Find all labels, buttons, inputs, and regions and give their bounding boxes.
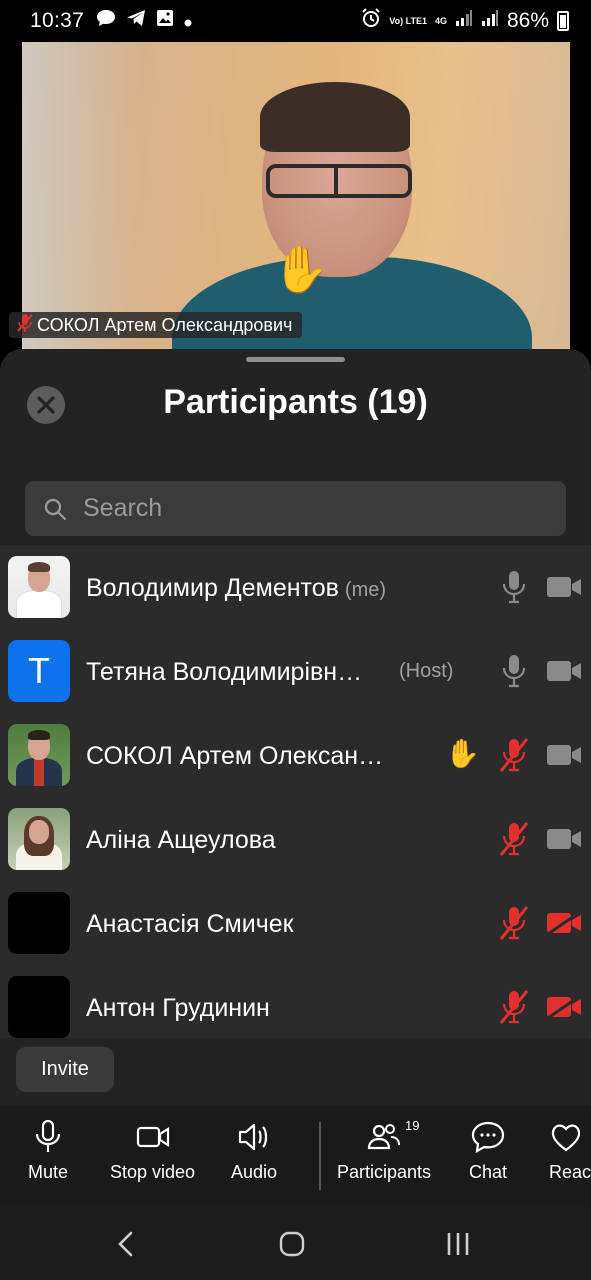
reactions-button[interactable]: Reac	[549, 1120, 591, 1183]
avatar	[8, 808, 70, 870]
4g-icon: 4G	[434, 15, 447, 26]
participant-name: Антон Грудинин	[86, 994, 270, 1022]
avatar	[8, 556, 70, 618]
audio-button[interactable]: Audio	[231, 1120, 277, 1183]
battery-icon	[557, 11, 569, 31]
chat-bubble-icon	[96, 9, 116, 33]
avatar	[8, 976, 70, 1038]
signal-icon	[455, 9, 473, 33]
video-camera-icon[interactable]	[546, 827, 582, 851]
raised-hand-icon: ✋	[272, 243, 330, 295]
participant-row[interactable]: Антон Грудинин	[0, 965, 591, 1038]
heart-icon	[551, 1124, 581, 1152]
video-camera-icon[interactable]	[546, 743, 582, 767]
participants-button[interactable]: 19 Participants	[337, 1118, 431, 1183]
sheet-title: Participants (19)	[163, 383, 428, 421]
avatar: T	[8, 640, 70, 702]
system-nav-bar	[0, 1206, 591, 1280]
participant-name: Аліна Ащеулова	[86, 826, 276, 854]
video-camera-icon[interactable]	[546, 659, 582, 683]
meeting-toolbar: Mute Stop video Audio 19 Participants Ch…	[0, 1106, 591, 1206]
participants-icon	[367, 1124, 401, 1150]
participants-count-badge: 19	[405, 1118, 420, 1133]
microphone-muted-icon[interactable]	[499, 905, 529, 941]
participant-name: Тетяна Володимирівн…	[86, 658, 363, 686]
active-speaker-video[interactable]: ✋	[22, 42, 570, 352]
participant-row[interactable]: T Тетяна Володимирівн… (Host)	[0, 629, 591, 713]
dot-icon	[184, 9, 192, 33]
image-icon	[156, 9, 174, 33]
speaker-name: СОКОЛ Артем Олександрович	[37, 314, 293, 335]
microphone-icon[interactable]	[499, 653, 529, 689]
host-tag: (Host)	[399, 660, 454, 682]
speaker-name-tag: СОКОЛ Артем Олександрович	[9, 312, 303, 338]
home-icon	[279, 1231, 305, 1257]
raised-hand-icon: ✋	[445, 738, 480, 769]
video-off-icon[interactable]	[546, 911, 582, 935]
microphone-muted-icon[interactable]	[499, 737, 529, 773]
drag-handle[interactable]	[246, 357, 345, 362]
status-bar: 10:37 Vo) LTE1 4G 86%	[0, 0, 591, 42]
search-icon	[44, 498, 67, 520]
close-button[interactable]	[27, 386, 65, 424]
search-input[interactable]	[83, 494, 523, 523]
video-background	[22, 42, 142, 352]
participant-row[interactable]: СОКОЛ Артем Олексан… ✋	[0, 713, 591, 797]
mute-button[interactable]: Mute	[28, 1120, 68, 1183]
participant-row[interactable]: Анастасія Смичек	[0, 881, 591, 965]
recents-button[interactable]	[438, 1226, 478, 1262]
me-tag: (me)	[344, 579, 387, 601]
battery-percent: 86%	[506, 9, 549, 32]
participant-row[interactable]: Володимир Дементов (me)	[0, 545, 591, 629]
recents-icon	[447, 1233, 469, 1255]
microphone-muted-icon[interactable]	[499, 989, 529, 1025]
chat-icon	[471, 1121, 505, 1154]
back-icon	[118, 1231, 133, 1257]
video-camera-icon	[136, 1126, 169, 1148]
invite-button[interactable]: Invite	[16, 1047, 114, 1092]
speaker-icon	[238, 1123, 268, 1151]
video-off-icon[interactable]	[546, 995, 582, 1019]
microphone-icon	[35, 1120, 61, 1152]
participant-name: Володимир Дементов (me)	[86, 574, 387, 602]
notification-icons	[96, 9, 192, 33]
system-icons: Vo) LTE1 4G 86%	[361, 8, 569, 34]
microphone-muted-icon[interactable]	[499, 821, 529, 857]
search-box[interactable]	[25, 481, 566, 536]
alarm-icon	[361, 8, 381, 34]
mic-off-icon	[17, 313, 33, 338]
microphone-icon[interactable]	[499, 569, 529, 605]
clock: 10:37	[30, 9, 85, 32]
participant-row[interactable]: Аліна Ащеулова	[0, 797, 591, 881]
video-camera-icon[interactable]	[546, 575, 582, 599]
home-button[interactable]	[272, 1226, 312, 1262]
signal-icon	[481, 9, 499, 33]
avatar	[8, 724, 70, 786]
volte-icon: Vo) LTE1	[389, 15, 427, 26]
toolbar-divider	[319, 1122, 321, 1190]
telegram-icon	[126, 9, 146, 33]
chat-button[interactable]: Chat	[469, 1120, 507, 1183]
participants-sheet: Participants (19) Володимир Дементов(me)…	[0, 349, 591, 1106]
back-button[interactable]	[107, 1226, 147, 1262]
participant-name: СОКОЛ Артем Олексан…	[86, 742, 384, 770]
participant-name: Анастасія Смичек	[86, 910, 294, 938]
invite-bar: Invite	[0, 1038, 591, 1106]
close-icon	[37, 396, 55, 414]
stop-video-button[interactable]: Stop video	[110, 1120, 195, 1183]
participant-list: Володимир Дементов (me) T Тетяна Володими…	[0, 545, 591, 1038]
avatar	[8, 892, 70, 954]
